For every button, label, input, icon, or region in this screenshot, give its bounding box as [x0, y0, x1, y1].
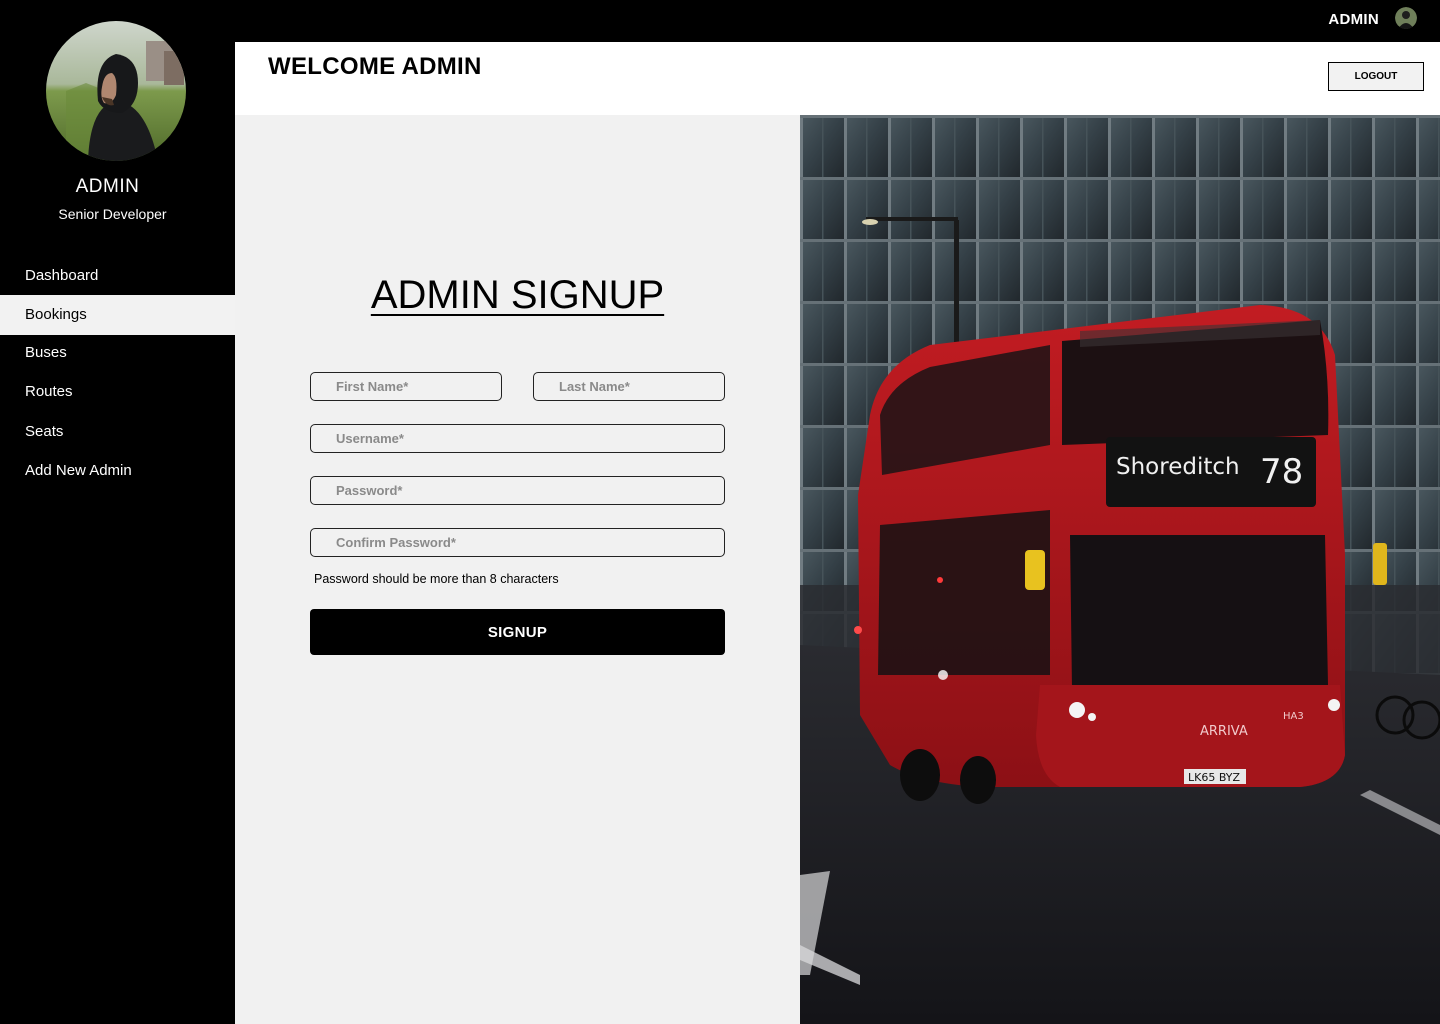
profile-role: Senior Developer [58, 206, 167, 222]
sidebar-item-seats[interactable]: Seats [0, 412, 235, 452]
bus-route-number: 78 [1260, 452, 1303, 492]
bus-fleet-code: HA3 [1283, 711, 1304, 722]
sidebar-item-routes[interactable]: Routes [0, 372, 235, 412]
bus-photo: Shoreditch 78 ARRIVA HA3 LK65 BYZ [800, 115, 1440, 1024]
bus-operator-logo: ARRIVA [1200, 724, 1248, 739]
profile-avatar [46, 21, 186, 161]
form-title-text: ADMIN SIGNUP [370, 273, 665, 317]
password-hint: Password should be more than 8 character… [314, 572, 559, 586]
logout-button[interactable]: LOGOUT [1328, 62, 1424, 91]
password-field[interactable] [310, 476, 725, 505]
bus-number-plate: LK65 BYZ [1188, 771, 1240, 784]
last-name-field[interactable] [533, 372, 725, 401]
bus-destination-sign: Shoreditch [1116, 454, 1240, 480]
sidebar: ADMIN Senior Developer Dashboard Booking… [0, 0, 235, 1024]
profile-photo [46, 21, 186, 161]
top-username[interactable]: ADMIN [1328, 11, 1379, 28]
signup-form-panel: ADMIN SIGNUP Password should be more tha… [235, 115, 800, 1024]
confirm-password-field[interactable] [310, 528, 725, 557]
sidebar-item-buses[interactable]: Buses [0, 333, 235, 373]
signup-button[interactable]: SIGNUP [310, 609, 725, 655]
form-title: ADMIN SIGNUP [235, 273, 800, 318]
page-header: WELCOME ADMIN LOGOUT [235, 42, 1440, 115]
user-avatar-icon [1395, 7, 1417, 29]
sidebar-item-dashboard[interactable]: Dashboard [0, 256, 235, 296]
first-name-field[interactable] [310, 372, 502, 401]
username-field[interactable] [310, 424, 725, 453]
sidebar-item-bookings[interactable]: Bookings [0, 295, 235, 335]
sidebar-item-add-new-admin[interactable]: Add New Admin [0, 451, 235, 491]
page-title: WELCOME ADMIN [268, 53, 482, 80]
bus-illustration: Shoreditch 78 ARRIVA HA3 LK65 BYZ [800, 115, 1440, 1024]
profile-name: ADMIN [75, 176, 140, 197]
top-avatar[interactable] [1395, 7, 1417, 29]
